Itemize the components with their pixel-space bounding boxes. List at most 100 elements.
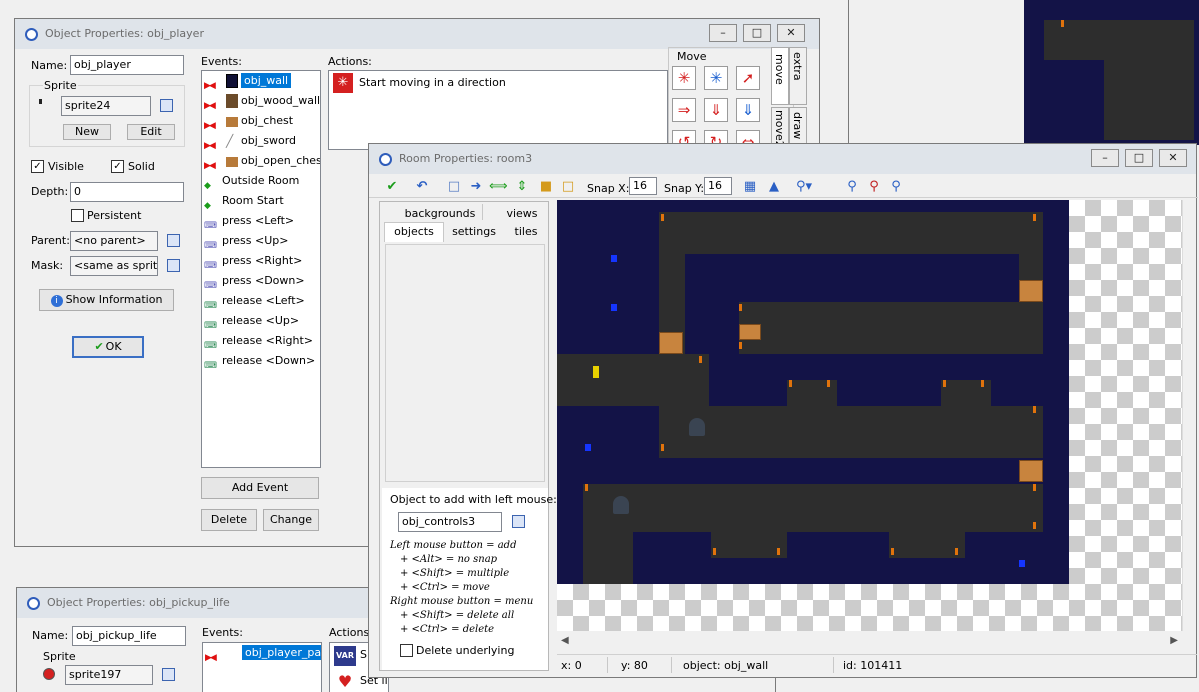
close-button[interactable]: ✕ <box>777 24 805 42</box>
background-room-canvas <box>1024 0 1199 145</box>
move-fixed-icon[interactable]: ✳ <box>672 66 696 90</box>
sprite-menu-icon[interactable] <box>162 668 175 681</box>
event-item[interactable]: ▶◀ ╱ obj_sword <box>202 131 320 151</box>
event-item[interactable]: ⌨ press <Down> <box>202 271 320 291</box>
events-list[interactable]: ▶◀obj_player_parent <box>202 642 322 692</box>
snap-x-input[interactable]: 16 <box>629 177 657 195</box>
persistent-checkbox[interactable] <box>71 209 84 222</box>
key-release-icon: ⌨ <box>204 361 217 371</box>
event-item[interactable]: ▶◀ obj_wall <box>202 71 320 91</box>
event-item[interactable]: ⌨ press <Left> <box>202 211 320 231</box>
tab-tiles[interactable]: tiles <box>508 225 544 238</box>
mask-field[interactable]: <same as sprite> <box>70 256 158 276</box>
grid-icon[interactable]: ▦ <box>741 178 759 196</box>
solid-checkbox[interactable]: ✓ <box>111 160 124 173</box>
ok-label: OK <box>105 340 122 353</box>
help-line: + <Shift> = delete all <box>400 610 515 621</box>
move-free-icon[interactable]: ✳ <box>704 66 728 90</box>
zoom-menu-icon[interactable]: ⚲▾ <box>795 178 813 196</box>
maximize-button[interactable]: □ <box>743 24 771 42</box>
window-title: Object Properties: obj_pickup_life <box>47 596 230 609</box>
shift-icon[interactable]: ➜ <box>467 178 485 196</box>
zoom-reset-icon[interactable]: ⚲ <box>865 178 883 196</box>
title-bar[interactable]: Object Properties: obj_player – □ ✕ <box>15 19 819 49</box>
event-item[interactable]: ⌨ release <Left> <box>202 291 320 311</box>
horizontal-scrollbar[interactable]: ◀ ▶ <box>557 634 1182 650</box>
checkmark-icon: ✔ <box>94 340 104 353</box>
vertical-scrollbar[interactable] <box>1182 200 1196 631</box>
sort-y-icon[interactable]: ⇕ <box>513 178 531 196</box>
event-item[interactable]: ▶◀ obj_chest <box>202 111 320 131</box>
speed-horizontal-icon[interactable]: ⇒ <box>672 98 696 122</box>
tab-objects[interactable]: objects <box>384 222 444 242</box>
floor-corridor <box>583 532 633 584</box>
change-event-button[interactable]: Change <box>263 509 319 531</box>
tab-views[interactable]: views <box>500 207 544 220</box>
scroll-left-icon[interactable]: ◀ <box>561 635 569 646</box>
mask-menu-icon[interactable] <box>167 259 180 272</box>
clear-icon[interactable]: □ <box>445 178 463 196</box>
event-item[interactable]: ⌨ press <Up> <box>202 231 320 251</box>
scroll-right-icon[interactable]: ▶ <box>1170 635 1178 646</box>
actions-list[interactable]: ✳ Start moving in a direction <box>328 70 668 150</box>
zoom-out-icon[interactable]: ⚲ <box>843 178 861 196</box>
sprite-field[interactable]: sprite197 <box>65 665 153 685</box>
tab-settings[interactable]: settings <box>448 225 500 238</box>
event-item[interactable]: ⌨ release <Down> <box>202 351 320 371</box>
action-item[interactable]: ✳ Start moving in a direction <box>329 71 667 95</box>
room-canvas[interactable] <box>557 200 1182 631</box>
event-item[interactable]: ◆ Outside Room <box>202 171 320 191</box>
events-list[interactable]: ▶◀ obj_wall ▶◀ obj_wood_wall ▶◀ obj_chest ▶… <box>201 70 321 468</box>
delete-underlying-checkbox[interactable] <box>400 644 413 657</box>
visible-checkbox[interactable]: ✓ <box>31 160 44 173</box>
confirm-icon[interactable]: ✔ <box>383 178 401 196</box>
actions-label: Actions: <box>329 626 373 639</box>
close-button[interactable]: ✕ <box>1159 149 1187 167</box>
maximize-button[interactable]: □ <box>1125 149 1153 167</box>
minimize-button[interactable]: – <box>1091 149 1119 167</box>
parent-field[interactable]: <no parent> <box>70 231 158 251</box>
tab-backgrounds[interactable]: backgrounds <box>400 207 480 220</box>
app-icon <box>27 597 40 610</box>
object-menu-icon[interactable] <box>512 515 525 528</box>
event-item[interactable]: ▶◀ obj_wood_wall <box>202 91 320 111</box>
event-item[interactable]: ◆ Room Start <box>202 191 320 211</box>
title-bar[interactable]: Room Properties: room3 – □ ✕ <box>369 144 1196 174</box>
edit-sprite-button[interactable]: Edit <box>127 124 175 140</box>
sprite-field[interactable]: sprite24 <box>61 96 151 116</box>
zoom-in-icon[interactable]: ⚲ <box>887 178 905 196</box>
parent-menu-icon[interactable] <box>167 234 180 247</box>
event-item[interactable]: ▶◀ obj_open_chest <box>202 151 320 171</box>
palette-tab-move[interactable]: move <box>771 47 789 105</box>
unlock-icon[interactable]: □ <box>559 178 577 196</box>
move-towards-icon[interactable]: ➚ <box>736 66 760 90</box>
gravity-icon[interactable]: ⇓ <box>736 98 760 122</box>
floor-strip <box>1044 20 1194 60</box>
minimize-button[interactable]: – <box>709 24 737 42</box>
lock-icon[interactable]: ■ <box>537 178 555 196</box>
help-line: + <Ctrl> = move <box>400 582 490 593</box>
add-object-field[interactable]: obj_controls3 <box>398 512 502 532</box>
name-input[interactable]: obj_player <box>70 55 184 75</box>
new-sprite-button[interactable]: New <box>63 124 111 140</box>
undo-icon[interactable]: ↶ <box>413 178 431 196</box>
snap-y-input[interactable]: 16 <box>704 177 732 195</box>
sort-x-icon[interactable]: ⟺ <box>489 178 508 196</box>
show-information-button[interactable]: i Show Information <box>39 289 174 311</box>
sprite-menu-icon[interactable] <box>160 99 173 112</box>
palette-tab-extra[interactable]: extra <box>789 47 807 105</box>
event-item[interactable]: ⌨ release <Right> <box>202 331 320 351</box>
isometric-icon[interactable]: ▲ <box>765 178 783 196</box>
name-input[interactable]: obj_pickup_life <box>72 626 186 646</box>
event-item[interactable]: ⌨ press <Right> <box>202 251 320 271</box>
delete-event-button[interactable]: Delete <box>201 509 257 531</box>
visible-label: Visible <box>48 160 84 173</box>
sword-sprite-icon: ╱ <box>226 134 234 148</box>
event-item[interactable]: ▶◀obj_player_parent <box>203 643 321 663</box>
add-event-button[interactable]: Add Event <box>201 477 319 499</box>
name-label: Name: <box>32 629 69 642</box>
event-item[interactable]: ⌨ release <Up> <box>202 311 320 331</box>
speed-vertical-icon[interactable]: ⇓ <box>704 98 728 122</box>
depth-input[interactable]: 0 <box>70 182 184 202</box>
ok-button[interactable]: ✔ OK <box>72 336 144 358</box>
